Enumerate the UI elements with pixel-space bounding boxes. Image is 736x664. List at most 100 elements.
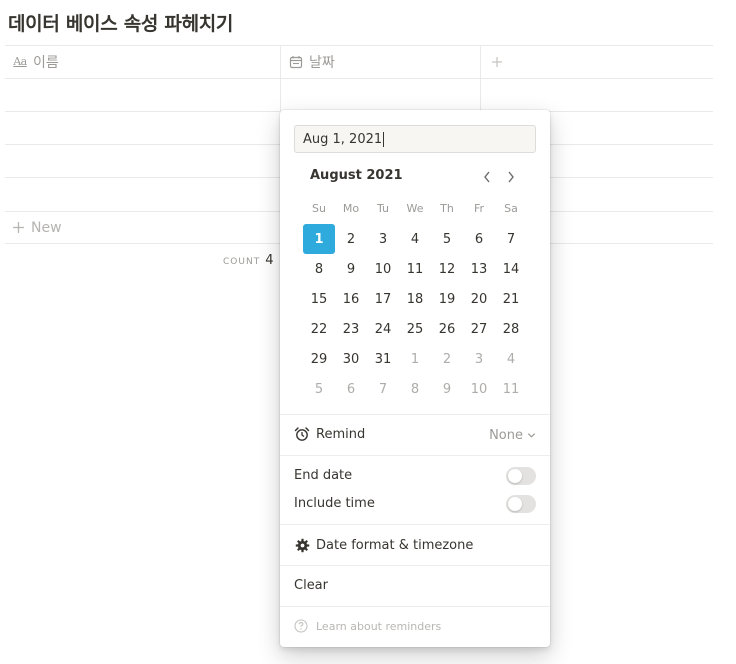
end-date-toggle[interactable] [506, 467, 536, 485]
calendar-day[interactable]: 25 [399, 314, 431, 344]
weekday-label: Fr [473, 202, 485, 215]
column-header-label: 날짜 [309, 54, 335, 71]
calendar-day-outside-month[interactable]: 3 [463, 344, 495, 374]
add-column-button[interactable] [481, 45, 513, 78]
next-month-button[interactable] [500, 166, 522, 188]
calendar-day[interactable]: 27 [463, 314, 495, 344]
calendar-day-outside-month[interactable]: 4 [495, 344, 527, 374]
new-row-button[interactable]: New [5, 211, 280, 244]
remind-value: None [489, 428, 523, 443]
clear-label: Clear [294, 578, 328, 593]
calendar-day-outside-month[interactable]: 10 [463, 374, 495, 404]
calendar-day[interactable]: 16 [335, 284, 367, 314]
calendar-day[interactable]: 10 [367, 254, 399, 284]
calendar-day[interactable]: 12 [431, 254, 463, 284]
column-header-label: 이름 [33, 54, 59, 71]
calendar-day[interactable]: 31 [367, 344, 399, 374]
page-title[interactable]: 데이터 베이스 속성 파헤치기 [8, 9, 233, 36]
remind-value-select[interactable]: None [489, 428, 536, 443]
count-value: 4 [265, 253, 274, 268]
weekday-label: Th [440, 202, 454, 215]
learn-about-reminders-link[interactable]: Learn about reminders [294, 619, 441, 633]
table-top-border [5, 45, 713, 46]
divider [280, 414, 550, 415]
calendar-day[interactable]: 8 [303, 254, 335, 284]
plus-icon [12, 221, 25, 234]
calendar-day[interactable]: 20 [463, 284, 495, 314]
text-property-icon: Aa [13, 55, 27, 68]
calendar-day[interactable]: 17 [367, 284, 399, 314]
calendar-day-outside-month[interactable]: 1 [399, 344, 431, 374]
include-time-label: Include time [294, 496, 375, 511]
text-caret [383, 131, 385, 147]
divider [280, 524, 550, 525]
date-format-label: Date format & timezone [316, 537, 474, 553]
date-picker-popup: Aug 1, 2021 August 2021 Su Mo Tu We Th F… [280, 110, 550, 647]
calendar-day[interactable]: 5 [431, 224, 463, 254]
calendar-icon [288, 54, 304, 70]
gear-icon [294, 537, 310, 553]
calendar-day-selected[interactable]: 1 [303, 224, 335, 254]
weekday-label: Mo [342, 202, 360, 215]
calendar-day[interactable]: 26 [431, 314, 463, 344]
chevron-down-icon [527, 431, 536, 440]
help-circle-icon [294, 619, 308, 633]
remind-label: Remind [316, 426, 366, 442]
calendar-day[interactable]: 18 [399, 284, 431, 314]
learn-label: Learn about reminders [316, 619, 442, 633]
divider [280, 455, 550, 456]
toggle-knob [508, 497, 522, 511]
calendar-day[interactable]: 22 [303, 314, 335, 344]
date-format-option[interactable]: Date format & timezone [294, 537, 473, 553]
calendar-day[interactable]: 30 [335, 344, 367, 374]
calendar-day[interactable]: 7 [495, 224, 527, 254]
calendar-day[interactable]: 13 [463, 254, 495, 284]
calendar-day-outside-month[interactable]: 11 [495, 374, 527, 404]
toggle-knob [508, 469, 522, 483]
end-date-label: End date [294, 468, 353, 483]
date-input[interactable]: Aug 1, 2021 [294, 125, 536, 153]
calendar-day-outside-month[interactable]: 8 [399, 374, 431, 404]
calendar-day[interactable]: 4 [399, 224, 431, 254]
calendar-day[interactable]: 24 [367, 314, 399, 344]
calendar-day[interactable]: 23 [335, 314, 367, 344]
calendar-day-outside-month[interactable]: 2 [431, 344, 463, 374]
month-label: August 2021 [310, 168, 403, 183]
calendar-day[interactable]: 28 [495, 314, 527, 344]
calendar-day-outside-month[interactable]: 5 [303, 374, 335, 404]
calendar-day-outside-month[interactable]: 7 [367, 374, 399, 404]
include-time-toggle[interactable] [506, 495, 536, 513]
calendar-day[interactable]: 11 [399, 254, 431, 284]
table-row[interactable] [5, 78, 713, 111]
calendar-day[interactable]: 3 [367, 224, 399, 254]
calendar-day[interactable]: 9 [335, 254, 367, 284]
new-row-label: New [31, 219, 62, 236]
remind-option[interactable]: Remind [294, 426, 365, 442]
clear-button[interactable]: Clear [294, 578, 328, 593]
end-date-option[interactable]: End date [294, 468, 352, 483]
divider [280, 565, 550, 566]
previous-month-button[interactable] [476, 166, 498, 188]
calendar-day-outside-month[interactable]: 9 [431, 374, 463, 404]
calendar-day[interactable]: 2 [335, 224, 367, 254]
date-input-value: Aug 1, 2021 [303, 131, 383, 147]
calendar-day[interactable]: 21 [495, 284, 527, 314]
include-time-option[interactable]: Include time [294, 496, 375, 511]
weekday-label: Sa [504, 202, 518, 215]
count-calculation[interactable]: COUNT 4 [223, 253, 273, 268]
weekday-label: We [406, 202, 424, 215]
calendar-day[interactable]: 6 [463, 224, 495, 254]
calendar-day-outside-month[interactable]: 6 [335, 374, 367, 404]
calendar-day[interactable]: 14 [495, 254, 527, 284]
calendar-day[interactable]: 19 [431, 284, 463, 314]
weekday-label: Tu [376, 202, 390, 215]
plus-icon [491, 56, 503, 68]
chevron-left-icon [482, 170, 492, 184]
chevron-right-icon [506, 170, 516, 184]
calendar-day[interactable]: 15 [303, 284, 335, 314]
alarm-clock-icon [294, 426, 310, 442]
calendar-day[interactable]: 29 [303, 344, 335, 374]
column-header-name[interactable]: Aa 이름 [12, 45, 59, 78]
column-header-date[interactable]: 날짜 [288, 45, 335, 78]
divider [280, 606, 550, 607]
